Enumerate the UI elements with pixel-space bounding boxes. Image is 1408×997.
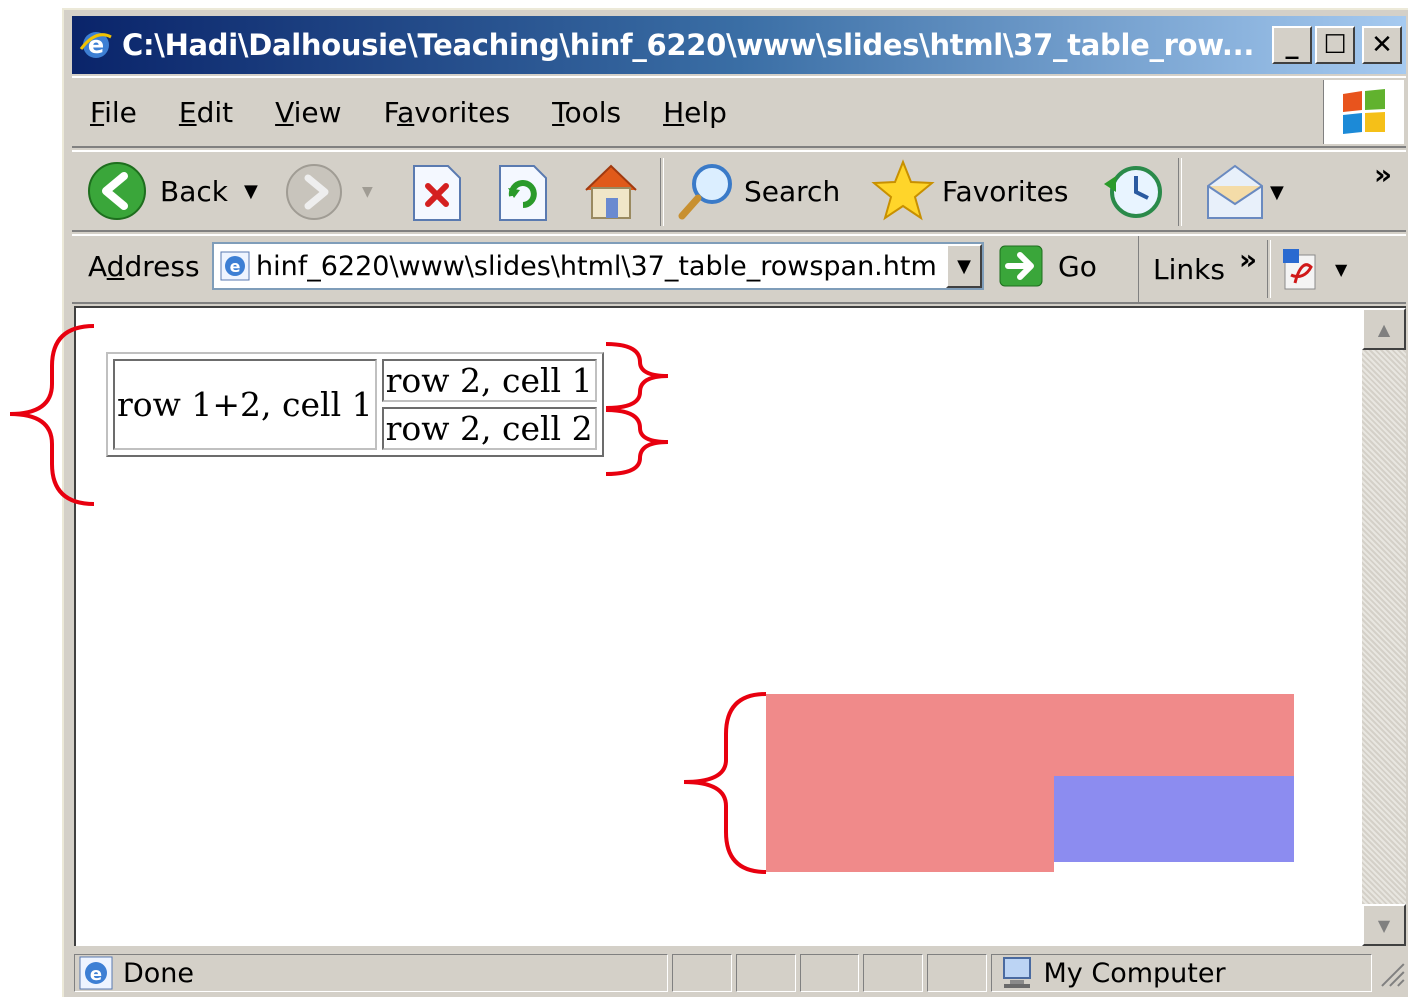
brace-left-rowspan bbox=[9, 324, 95, 506]
blue-block bbox=[1054, 776, 1294, 862]
red-block-top bbox=[766, 694, 1294, 776]
red-block-left bbox=[766, 776, 1054, 872]
brace-right-row1 bbox=[605, 342, 669, 410]
brace-blocks bbox=[683, 692, 767, 874]
brace-right-row2 bbox=[605, 408, 669, 476]
annotation-overlay bbox=[9, 324, 1294, 874]
